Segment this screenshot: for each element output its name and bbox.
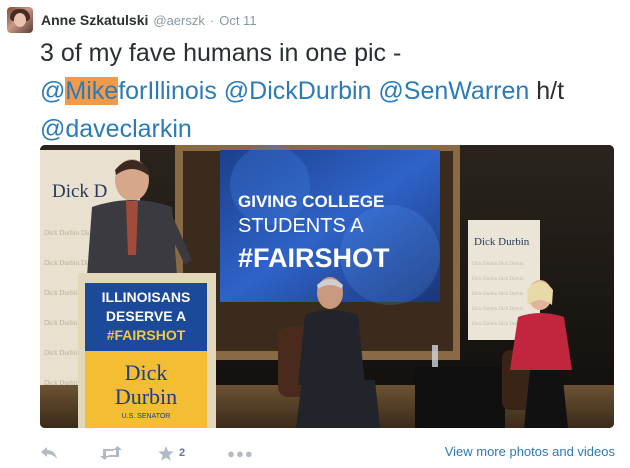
podium-text-3: #FAIRSHOT <box>107 327 186 343</box>
mention-daveclarkin[interactable]: @daveclarkin <box>40 115 192 143</box>
mention-mikeforillinois[interactable]: @MikeforIllinois <box>40 77 217 105</box>
screen-text-3: #FAIRSHOT <box>238 243 390 273</box>
avatar[interactable] <box>7 7 33 33</box>
tweet-line-1: 3 of my fave humans in one pic - <box>40 39 402 67</box>
tweet-line-2: @MikeforIllinois @DickDurbin @SenWarren … <box>40 72 625 110</box>
separator: · <box>209 12 215 28</box>
star-icon <box>158 445 174 461</box>
favorite-count: 2 <box>179 447 186 459</box>
author-name[interactable]: Anne Szkatulski <box>41 12 148 28</box>
view-more-link[interactable]: View more photos and videos <box>445 444 615 459</box>
mention-senwarren[interactable]: @SenWarren <box>378 77 529 105</box>
retweet-icon[interactable] <box>100 446 122 460</box>
screen-text-1: GIVING COLLEGE <box>238 192 384 211</box>
podium-name-2: Durbin <box>115 384 177 409</box>
podium-name-1: Dick <box>125 360 168 385</box>
podium-text-1: ILLINOISANS <box>102 289 191 305</box>
tweet-actions: 2 ●●● View more photos and videos <box>40 442 620 464</box>
tweet-line-3: @daveclarkin <box>40 110 625 148</box>
svg-text:Dick Durbin Dick Durbin: Dick Durbin Dick Durbin <box>472 307 524 312</box>
podium-text-2: DESERVE A <box>106 308 186 324</box>
svg-text:Dick Durbin Dick Durbin: Dick Durbin Dick Durbin <box>472 262 524 267</box>
more-icon[interactable]: ●●● <box>227 446 254 461</box>
hat-tip: h/t <box>536 77 565 105</box>
mention-dickdurbin[interactable]: @DickDurbin <box>224 77 372 105</box>
podium: ILLINOISANS DESERVE A #FAIRSHOT Dick Dur… <box>78 273 216 428</box>
banner-left-text: Dick D <box>52 181 107 202</box>
author-handle[interactable]: @aerszk <box>153 13 205 28</box>
reply-icon[interactable] <box>40 446 58 460</box>
favorite-button[interactable]: 2 <box>158 445 186 461</box>
search-highlight: Mike <box>65 77 119 105</box>
table <box>415 367 505 428</box>
tweet-text: 3 of my fave humans in one pic - @Mikefo… <box>40 34 625 148</box>
svg-text:Dick Durbin Dick Durbin: Dick Durbin Dick Durbin <box>472 322 524 327</box>
tweet-header: Anne Szkatulski @aerszk · Oct 11 <box>7 6 257 34</box>
svg-text:Dick Durbin Dick Durbin: Dick Durbin Dick Durbin <box>472 292 524 297</box>
banner-right-text: Dick Durbin <box>474 236 530 248</box>
podium-subtitle: U.S. SENATOR <box>122 413 171 420</box>
screen-text-2: STUDENTS A <box>238 215 364 237</box>
svg-text:Dick Durbin Dick Durbin: Dick Durbin Dick Durbin <box>472 277 524 282</box>
tweet-photo[interactable]: GIVING COLLEGE STUDENTS A #FAIRSHOT Dick… <box>40 145 614 428</box>
tweet-date[interactable]: Oct 11 <box>219 13 256 28</box>
